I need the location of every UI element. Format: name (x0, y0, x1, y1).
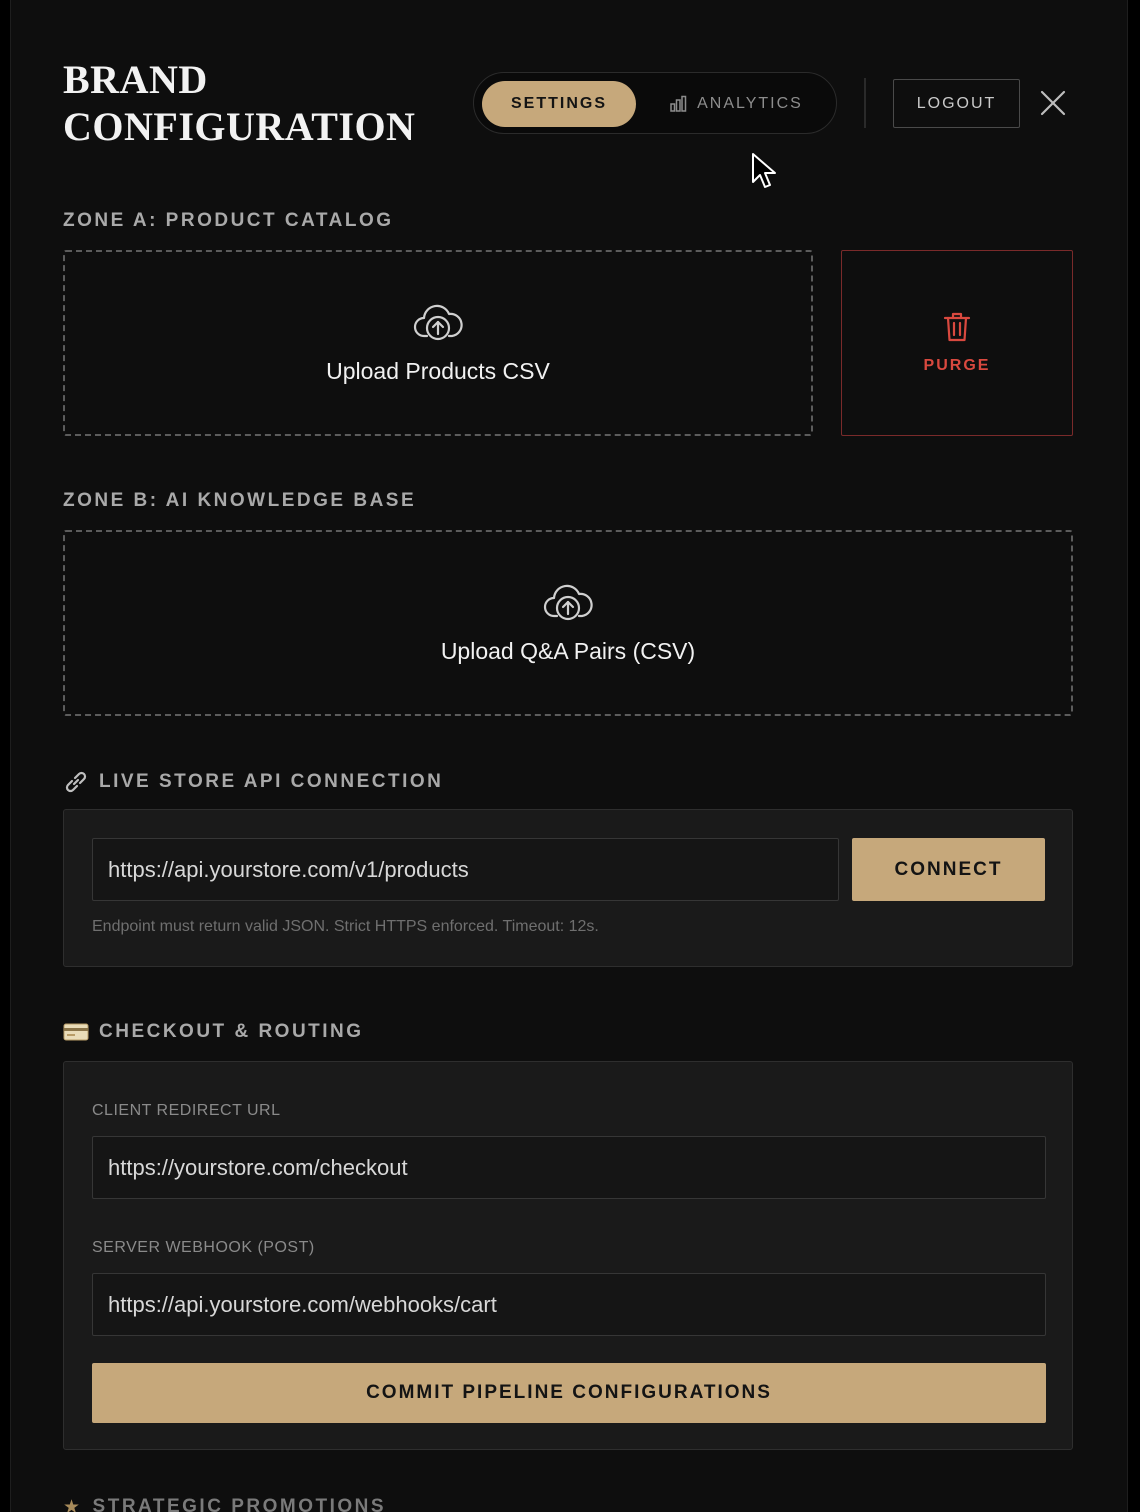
tab-analytics[interactable]: ANALYTICS (656, 81, 816, 127)
tab-settings[interactable]: SETTINGS (482, 81, 636, 127)
trash-icon (943, 312, 971, 342)
tab-settings-label: SETTINGS (510, 95, 607, 112)
purge-button[interactable]: PURGE (841, 250, 1073, 436)
brand-configuration-panel: BRAND CONFIGURATION SETTINGS ANALYTICS L… (10, 0, 1128, 1512)
commit-label: COMMIT PIPELINE CONFIGURATIONS (366, 1382, 772, 1403)
api-hint-text: Endpoint must return valid JSON. Strict … (92, 918, 599, 935)
promotions-section-label-text: STRATEGIC PROMOTIONS (92, 1496, 387, 1512)
checkout-routing-card: CLIENT REDIRECT URL https://yourstore.co… (63, 1061, 1073, 1450)
connect-button[interactable]: CONNECT (852, 838, 1045, 901)
products-csv-dropzone[interactable]: Upload Products CSV (63, 250, 813, 436)
api-section-label-text: LIVE STORE API CONNECTION (99, 771, 444, 792)
redirect-url-label: CLIENT REDIRECT URL (92, 1102, 281, 1119)
close-icon[interactable] (1039, 89, 1067, 117)
zone-b-label-text: ZONE B: AI KNOWLEDGE BASE (63, 490, 417, 511)
zone-a-label: ZONE A: PRODUCT CATALOG (63, 210, 394, 232)
zone-b-label: ZONE B: AI KNOWLEDGE BASE (63, 490, 416, 512)
webhook-url-input[interactable]: https://api.yourstore.com/webhooks/cart (92, 1273, 1046, 1336)
header-divider (864, 78, 866, 128)
commit-pipeline-button[interactable]: COMMIT PIPELINE CONFIGURATIONS (92, 1363, 1046, 1423)
link-icon (65, 771, 87, 793)
qa-pairs-dropzone[interactable]: Upload Q&A Pairs (CSV) (63, 530, 1073, 716)
promotions-section-label: ★ STRATEGIC PROMOTIONS (63, 1496, 386, 1512)
checkout-section-label: CHECKOUT & ROUTING (63, 1021, 364, 1043)
connect-label: CONNECT (894, 858, 1003, 880)
bar-chart-icon (670, 95, 687, 112)
page-title: BRAND CONFIGURATION (63, 56, 415, 150)
tab-analytics-label: ANALYTICS (697, 95, 803, 112)
redirect-url-value: https://yourstore.com/checkout (108, 1154, 408, 1180)
credit-card-icon (63, 1023, 89, 1041)
checkout-section-label-text: CHECKOUT & ROUTING (99, 1021, 364, 1042)
api-endpoint-input[interactable]: https://api.yourstore.com/v1/products (92, 838, 839, 901)
api-connection-card: https://api.yourstore.com/v1/products CO… (63, 809, 1073, 967)
webhook-url-value: https://api.yourstore.com/webhooks/cart (108, 1291, 497, 1317)
title-line-2: CONFIGURATION (63, 104, 416, 149)
title-line-1: BRAND (63, 57, 208, 102)
redirect-url-input[interactable]: https://yourstore.com/checkout (92, 1136, 1046, 1199)
zone-a-label-text: ZONE A: PRODUCT CATALOG (63, 210, 394, 231)
api-section-label: LIVE STORE API CONNECTION (63, 770, 443, 794)
purge-label: PURGE (923, 357, 991, 374)
cloud-upload-icon (413, 304, 463, 340)
logout-button[interactable]: LOGOUT (893, 79, 1020, 128)
qa-upload-label: Upload Q&A Pairs (CSV) (440, 637, 696, 664)
star-icon: ★ (63, 1497, 83, 1512)
cloud-upload-icon (543, 584, 593, 620)
products-upload-label: Upload Products CSV (326, 357, 550, 384)
logout-label: LOGOUT (916, 94, 997, 112)
view-toggle: SETTINGS ANALYTICS (473, 72, 837, 134)
webhook-label: SERVER WEBHOOK (POST) (92, 1239, 315, 1256)
api-endpoint-value: https://api.yourstore.com/v1/products (108, 856, 469, 882)
mouse-cursor-icon (752, 153, 776, 188)
